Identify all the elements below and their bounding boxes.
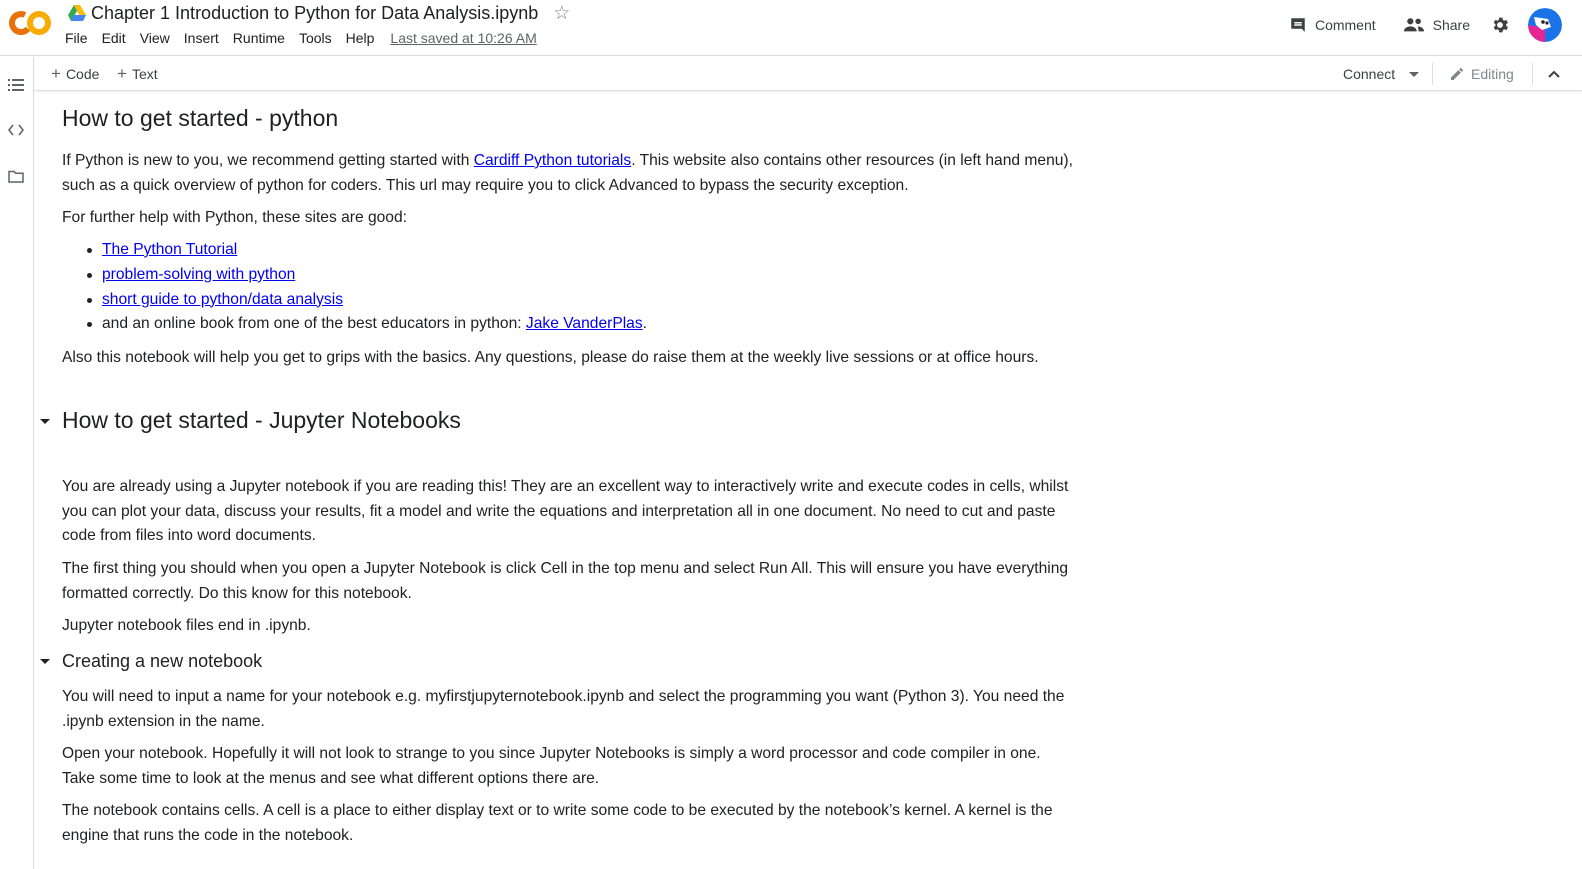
toolbar-divider [1532,63,1533,85]
paragraph-first-thing: The first thing you should when you open… [62,560,1069,602]
notebook-title[interactable]: Chapter 1 Introduction to Python for Dat… [91,3,538,24]
colab-logo[interactable] [8,6,54,40]
list-item: problem-solving with python [62,263,1077,288]
header-actions: Comment Share [1289,0,1582,50]
share-button[interactable]: Share [1403,17,1470,33]
share-people-icon [1403,18,1424,32]
menu-tools[interactable]: Tools [299,30,332,46]
python-tutorial-link[interactable]: The Python Tutorial [102,241,237,258]
paragraph-notebook-help: Also this notebook will help you get to … [62,349,1039,366]
add-code-label: Code [65,66,100,82]
notebook-content[interactable]: How to get started - python If Python is… [35,92,1582,869]
plus-icon: + [51,64,61,83]
paragraph-name-notebook: You will need to input a name for your n… [62,688,1065,730]
gear-icon [1493,17,1508,33]
menu-runtime[interactable]: Runtime [233,30,285,46]
section-heading-python: How to get started - python [62,105,339,131]
list-item: and an online book from one of the best … [62,312,1077,337]
menu-help[interactable]: Help [346,30,375,46]
list-item: short guide to python/data analysis [62,288,1077,313]
section-heading-new-notebook: Creating a new notebook [62,651,263,671]
paragraph-ipynb: Jupyter notebook files end in .ipynb. [62,617,311,634]
avatar[interactable] [1528,8,1562,42]
problem-solving-link[interactable]: problem-solving with python [102,266,295,283]
jake-vanderplas-link[interactable]: Jake VanderPlas [526,315,643,332]
menu-edit[interactable]: Edit [102,30,126,46]
toc-icon[interactable] [6,75,26,95]
menu-bar: File Edit View Insert Runtime Tools Help… [65,30,537,46]
paragraph-intro: If Python is new to you, we recommend ge… [62,149,1077,198]
paragraph-further-help: For further help with Python, these site… [62,209,407,226]
book-text-post: . [642,315,647,333]
editing-mode-button[interactable]: Editing [1449,57,1514,91]
drive-icon[interactable] [68,5,86,21]
cardiff-tutorials-link[interactable]: Cardiff Python tutorials [474,152,631,169]
settings-button[interactable] [1490,15,1510,35]
last-saved-link[interactable]: Last saved at 10:26 AM [390,30,536,46]
menu-file[interactable]: File [65,30,88,46]
left-side-rail [0,57,34,869]
add-text-cell-button[interactable]: + Text [117,57,158,91]
comment-label: Comment [1314,17,1376,33]
plus-icon: + [117,64,127,83]
pencil-icon [1451,67,1463,80]
folder-icon[interactable] [6,166,26,186]
collapse-triangle-icon[interactable] [40,659,50,664]
notebook-toolbar: + Code + Text Connect Editing [35,57,1582,91]
paragraph-open-notebook: Open your notebook. Hopefully it will no… [62,745,1041,787]
paragraph-jupyter-intro: You are already using a Jupyter notebook… [62,478,1069,544]
intro-text-pre: If Python is new to you, we recommend ge… [62,152,474,169]
title-row: Chapter 1 Introduction to Python for Dat… [68,1,570,25]
section-heading-jupyter: How to get started - Jupyter Notebooks [62,407,461,433]
resources-list: The Python Tutorial problem-solving with… [62,238,1077,337]
star-icon[interactable]: ☆ [553,4,570,23]
toolbar-divider [1432,63,1433,85]
share-label: Share [1432,17,1470,33]
comment-icon [1291,18,1305,32]
chevron-down-icon[interactable] [1409,71,1420,77]
top-header: Chapter 1 Introduction to Python for Dat… [0,0,1582,56]
code-snippets-icon[interactable] [6,120,26,140]
book-text-pre: and an online book from one of the best … [102,315,526,333]
menu-insert[interactable]: Insert [184,30,219,46]
list-item: The Python Tutorial [62,238,1077,263]
paragraph-cells: The notebook contains cells. A cell is a… [62,802,1053,844]
add-code-cell-button[interactable]: + Code [51,57,99,91]
chevron-up-icon[interactable] [1544,57,1564,91]
editing-label: Editing [1471,66,1514,82]
add-text-label: Text [131,66,158,82]
connect-label: Connect [1343,66,1396,82]
collapse-triangle-icon[interactable] [40,419,50,424]
connect-button[interactable]: Connect [1343,57,1420,91]
short-guide-link[interactable]: short guide to python/data analysis [102,291,343,308]
menu-view[interactable]: View [140,30,170,46]
comment-button[interactable]: Comment [1289,16,1376,34]
